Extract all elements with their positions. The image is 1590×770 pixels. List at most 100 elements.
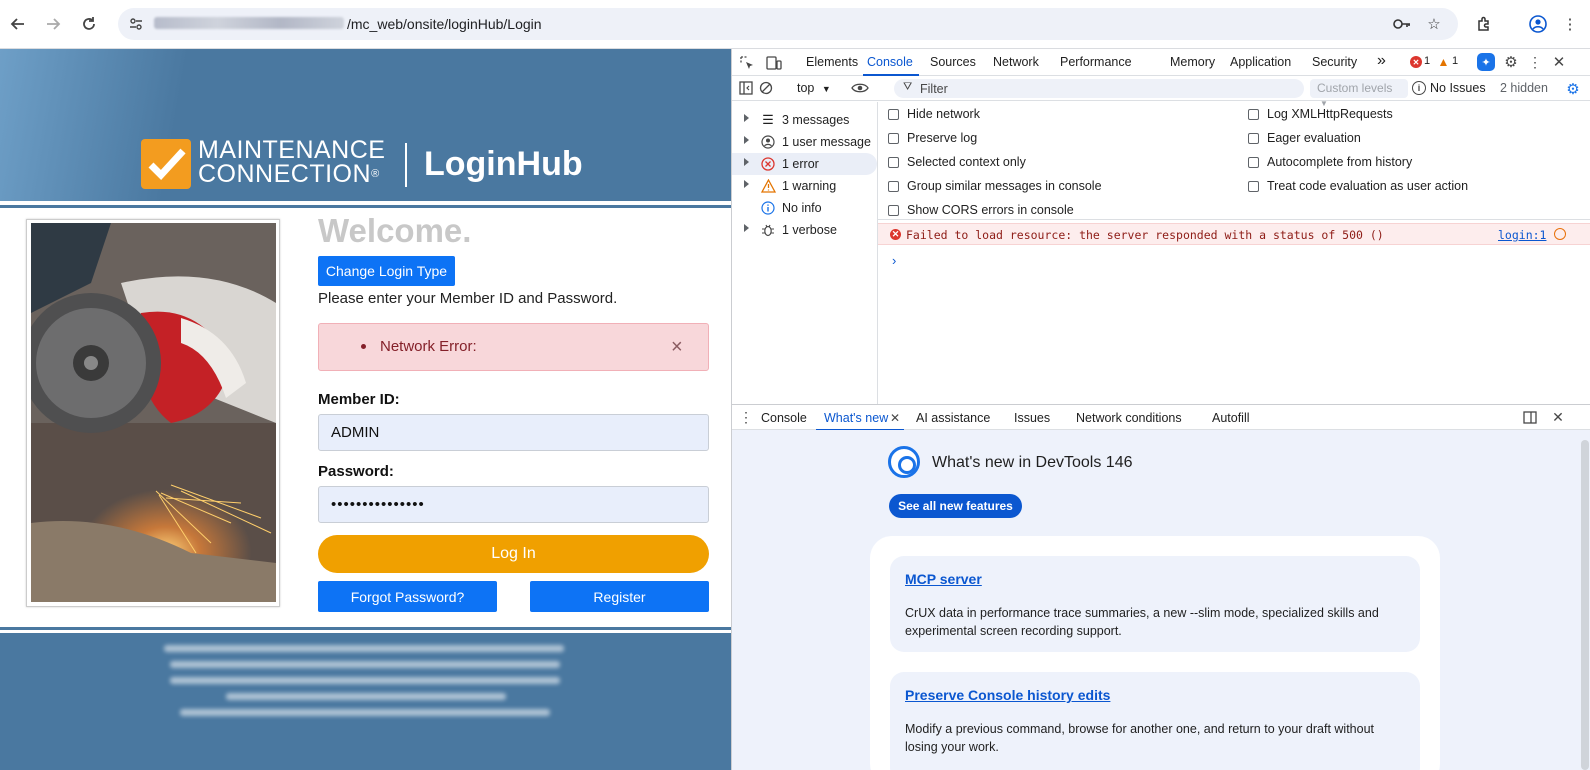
drawer-tab-issues[interactable]: Issues	[1014, 411, 1050, 425]
checkbox-box[interactable]	[1248, 180, 1259, 192]
device-toolbar-icon[interactable]	[765, 54, 783, 72]
checkbox-box[interactable]	[888, 204, 899, 216]
site-info-icon[interactable]	[126, 14, 146, 34]
error-source-link[interactable]: login:1	[1498, 228, 1546, 242]
preserve-log-checkbox[interactable]: Preserve log	[888, 131, 977, 145]
console-settings-gear-icon[interactable]: ⚙	[1564, 80, 1582, 98]
sidebar-toggle-icon[interactable]	[738, 80, 754, 96]
context-selector[interactable]: top ▼	[797, 81, 831, 95]
profile-icon[interactable]	[1528, 14, 1548, 34]
password-input[interactable]: •••••••••••••••	[318, 486, 709, 523]
dock-side-icon[interactable]	[1522, 409, 1538, 425]
selected-context-checkbox[interactable]: Selected context only	[888, 155, 1026, 169]
user-icon	[760, 134, 776, 150]
tab-memory[interactable]: Memory	[1170, 55, 1215, 69]
settings-gear-icon[interactable]: ⚙	[1502, 53, 1520, 71]
expand-arrow-icon[interactable]	[744, 114, 749, 122]
group-similar-checkbox[interactable]: Group similar messages in console	[888, 179, 1102, 193]
address-bar[interactable]: /mc_web/onsite/loginHub/Login	[118, 8, 1458, 40]
expand-arrow-icon[interactable]	[744, 224, 749, 232]
drawer-tab-whats-new[interactable]: What's new	[824, 411, 888, 425]
expand-arrow-icon[interactable]	[744, 136, 749, 144]
sidebar-item-verbose[interactable]: 1 verbose	[732, 219, 877, 241]
bookmark-star-icon[interactable]: ☆	[1424, 14, 1444, 34]
feature-title-link[interactable]: MCP server	[905, 571, 982, 587]
forgot-password-button[interactable]: Forgot Password?	[318, 581, 497, 612]
drawer-tab-console[interactable]: Console	[761, 411, 807, 425]
extensions-icon[interactable]	[1474, 14, 1494, 34]
ai-explain-icon[interactable]	[1554, 228, 1566, 240]
console-error-message[interactable]: ✕ Failed to load resource: the server re…	[878, 223, 1590, 245]
drawer-menu-icon[interactable]: ⋮	[739, 409, 753, 425]
feature-title-link[interactable]: Preserve Console history edits	[905, 687, 1110, 703]
devtools-menu-icon[interactable]: ⋮	[1528, 53, 1542, 71]
see-all-features-button[interactable]: See all new features	[889, 494, 1022, 518]
sidebar-item-info[interactable]: No info	[732, 197, 877, 219]
more-tabs-icon[interactable]: »	[1377, 52, 1386, 70]
log-xhr-checkbox[interactable]: Log XMLHttpRequests	[1248, 107, 1393, 121]
error-badge-icon[interactable]: ✕	[1410, 56, 1422, 68]
tab-sources[interactable]: Sources	[930, 55, 976, 69]
hide-network-checkbox[interactable]: Hide network	[888, 107, 980, 121]
tab-application[interactable]: Application	[1230, 55, 1291, 69]
password-key-icon[interactable]	[1392, 14, 1412, 34]
sidebar-item-user-messages[interactable]: 1 user message	[732, 131, 877, 153]
warning-icon	[760, 178, 776, 194]
scrollbar[interactable]	[1581, 440, 1589, 770]
change-login-type-button[interactable]: Change Login Type	[318, 256, 455, 286]
checkbox-label: Eager evaluation	[1267, 131, 1361, 145]
alert-close-icon[interactable]: ×	[671, 336, 683, 359]
sidebar-item-label: 1 verbose	[782, 223, 837, 237]
autocomplete-checkbox[interactable]: Autocomplete from history	[1248, 155, 1412, 169]
checkbox-box[interactable]	[1248, 156, 1259, 168]
close-devtools-icon[interactable]: ✕	[1550, 53, 1568, 71]
warning-badge-icon[interactable]: ▲	[1437, 55, 1450, 69]
error-count[interactable]: 1	[1424, 55, 1430, 67]
warning-count[interactable]: 1	[1452, 55, 1458, 67]
expand-arrow-icon[interactable]	[744, 180, 749, 188]
log-in-button[interactable]: Log In	[318, 535, 709, 573]
log-levels-dropdown[interactable]: Custom levels ▼	[1310, 79, 1408, 108]
inspect-element-icon[interactable]	[738, 54, 756, 72]
console-prompt-chevron-icon[interactable]: ›	[892, 253, 896, 268]
tab-elements[interactable]: Elements	[806, 55, 858, 69]
tab-security[interactable]: Security	[1312, 55, 1357, 69]
sidebar-item-warnings[interactable]: 1 warning	[732, 175, 877, 197]
sidebar-item-errors[interactable]: 1 error	[732, 153, 877, 175]
back-icon[interactable]	[6, 12, 30, 36]
checkbox-box[interactable]	[1248, 132, 1259, 144]
reload-icon[interactable]	[77, 12, 101, 36]
live-expression-eye-icon[interactable]	[850, 79, 870, 97]
member-id-input[interactable]: ADMIN	[318, 414, 709, 451]
checkbox-box[interactable]	[888, 132, 899, 144]
sidebar-item-messages[interactable]: ☰ 3 messages	[732, 109, 877, 131]
checkbox-box[interactable]	[888, 156, 899, 168]
drawer-tab-autofill[interactable]: Autofill	[1212, 411, 1250, 425]
forward-icon[interactable]	[41, 12, 65, 36]
ai-assistance-icon[interactable]: ✦	[1477, 53, 1495, 71]
tab-network[interactable]: Network	[993, 55, 1039, 69]
eager-evaluation-checkbox[interactable]: Eager evaluation	[1248, 131, 1361, 145]
register-button[interactable]: Register	[530, 581, 709, 612]
expand-arrow-icon[interactable]	[744, 158, 749, 166]
info-icon[interactable]: i	[1412, 81, 1426, 95]
tab-performance[interactable]: Performance	[1060, 55, 1132, 69]
tab-console[interactable]: Console	[867, 55, 913, 69]
drawer-tab-network-conditions[interactable]: Network conditions	[1076, 411, 1182, 425]
show-cors-checkbox[interactable]: Show CORS errors in console	[888, 203, 1074, 217]
sidebar-item-label: 1 warning	[782, 179, 837, 193]
checkbox-box[interactable]	[888, 180, 899, 192]
filter-icon: ⛛	[903, 81, 913, 93]
drawer-tab-ai-assistance[interactable]: AI assistance	[916, 411, 990, 425]
sidebar-item-label: No info	[782, 201, 822, 215]
console-filter-input[interactable]: ⛛ Filter	[894, 79, 1304, 98]
no-issues-link[interactable]: No Issues	[1430, 81, 1486, 95]
treat-user-action-checkbox[interactable]: Treat code evaluation as user action	[1248, 179, 1468, 193]
close-drawer-icon[interactable]: ✕	[1550, 409, 1566, 425]
close-tab-icon[interactable]: ✕	[888, 410, 902, 426]
clear-console-icon[interactable]	[758, 80, 774, 96]
browser-menu-icon[interactable]: ⋮	[1560, 14, 1580, 34]
checkbox-box[interactable]	[1248, 108, 1259, 120]
checkbox-box[interactable]	[888, 108, 899, 120]
bug-icon	[760, 222, 776, 238]
